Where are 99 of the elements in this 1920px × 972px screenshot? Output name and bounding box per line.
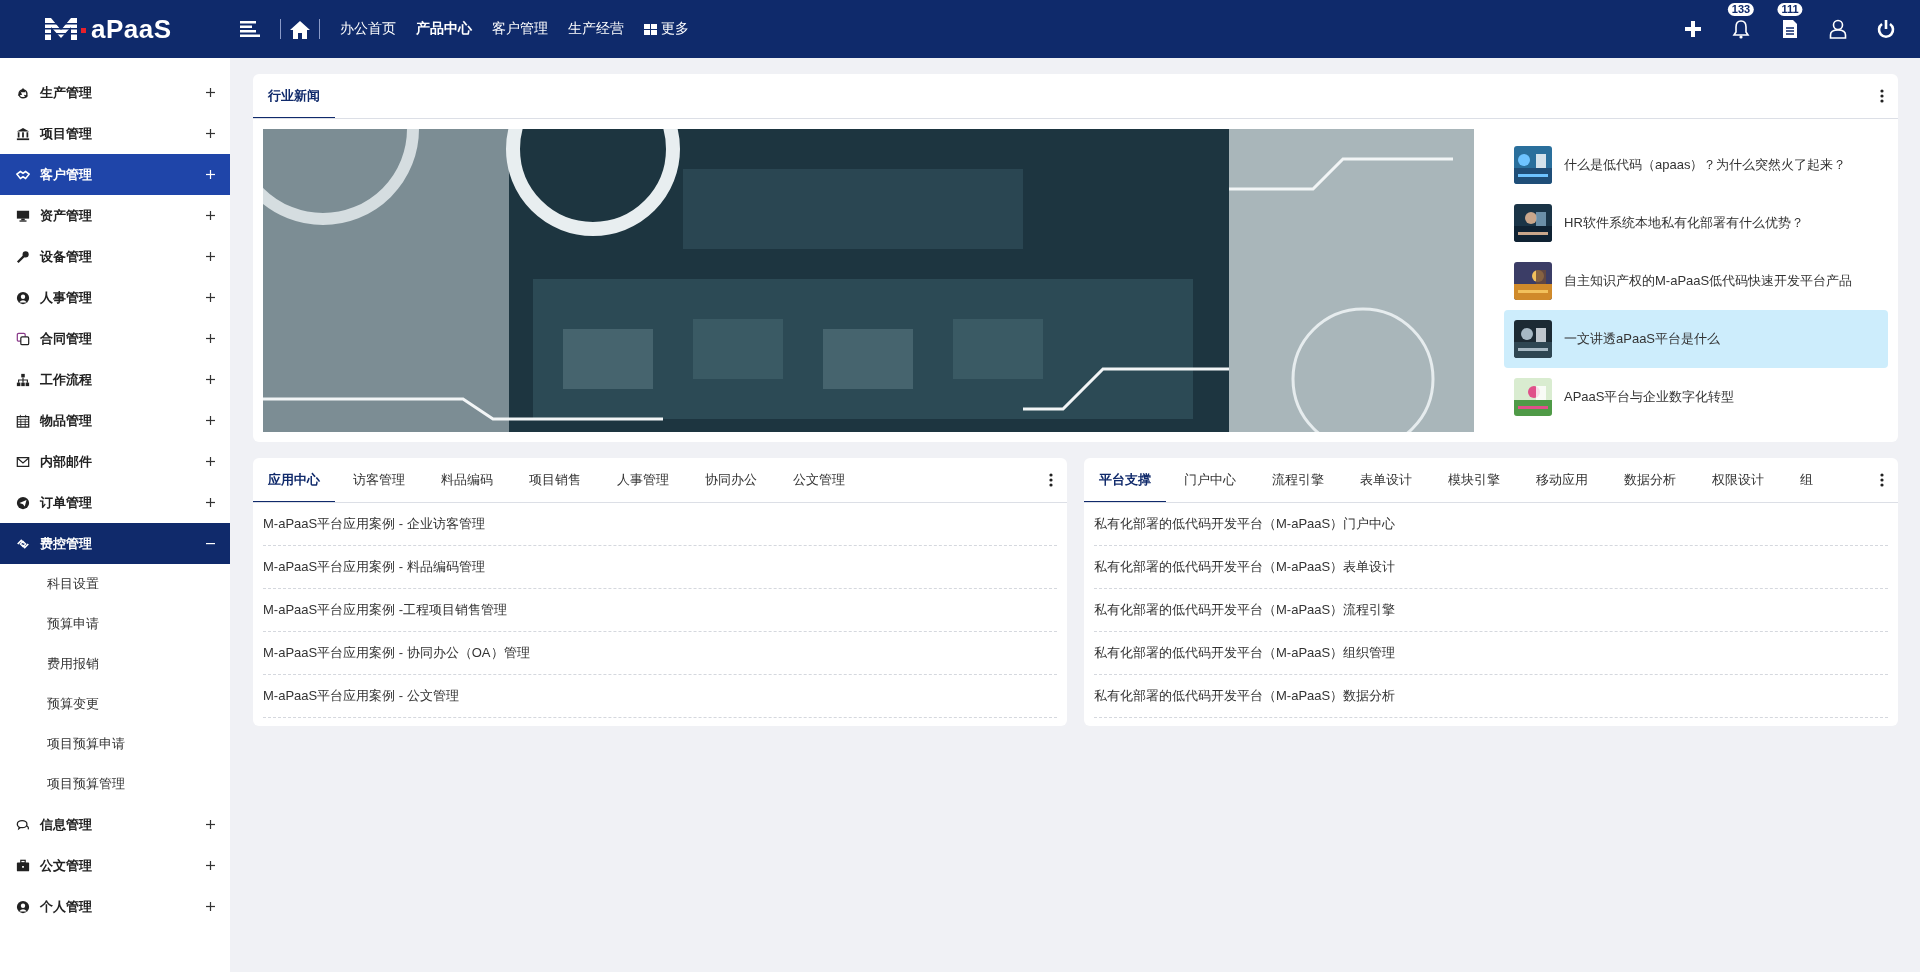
sidebar-item[interactable]: 物品管理 bbox=[0, 400, 230, 441]
document-icon[interactable] bbox=[1781, 19, 1799, 39]
tab[interactable]: 协同办公 bbox=[687, 458, 775, 502]
sidebar-item[interactable]: 合同管理 bbox=[0, 318, 230, 359]
sidebar-item[interactable]: 订单管理 bbox=[0, 482, 230, 523]
tab[interactable]: 平台支撑 bbox=[1084, 458, 1166, 502]
user-icon[interactable] bbox=[1829, 19, 1847, 39]
expand-icon[interactable] bbox=[206, 129, 215, 138]
home-icon[interactable] bbox=[289, 19, 311, 39]
sidebar-item[interactable]: 个人管理 bbox=[0, 886, 230, 927]
expand-icon[interactable] bbox=[206, 170, 215, 179]
sidebar-item[interactable]: 费控管理 bbox=[0, 523, 230, 564]
news-item[interactable]: 什么是低代码（apaas）？为什么突然火了起来？ bbox=[1504, 135, 1888, 194]
grid-icon[interactable] bbox=[644, 23, 657, 35]
brand-name: aPaaS bbox=[91, 13, 172, 45]
news-item[interactable]: 一文讲透aPaaS平台是什么 bbox=[1504, 309, 1888, 368]
nav-link[interactable]: 客户管理 bbox=[492, 20, 548, 38]
more-icon[interactable] bbox=[1880, 89, 1884, 103]
more-icon[interactable] bbox=[1880, 473, 1884, 487]
submenu-item[interactable]: 预算变更 bbox=[47, 695, 99, 713]
tab[interactable]: 门户中心 bbox=[1166, 458, 1254, 502]
sidebar-item[interactable]: 资产管理 bbox=[0, 195, 230, 236]
expand-icon[interactable] bbox=[206, 861, 215, 870]
article-link[interactable]: 私有化部署的低代码开发平台（M-aPaaS）表单设计 bbox=[1094, 558, 1396, 576]
tab[interactable]: 公文管理 bbox=[775, 458, 863, 502]
more-icon[interactable] bbox=[1049, 473, 1053, 487]
expand-icon[interactable] bbox=[206, 498, 215, 507]
tab[interactable]: 应用中心 bbox=[253, 458, 335, 502]
sidebar-item[interactable]: 人事管理 bbox=[0, 277, 230, 318]
wrench-icon bbox=[16, 249, 30, 264]
nav-link[interactable]: 生产经营 bbox=[568, 20, 624, 38]
expand-icon[interactable] bbox=[206, 375, 215, 384]
power-icon[interactable] bbox=[1877, 19, 1895, 39]
article-link[interactable]: M-aPaaS平台应用案例 -工程项目销售管理 bbox=[263, 601, 508, 619]
tab[interactable]: 项目销售 bbox=[511, 458, 599, 502]
paper-plane-icon bbox=[16, 495, 30, 510]
sidebar-item[interactable]: 项目管理 bbox=[0, 113, 230, 154]
expand-icon[interactable] bbox=[206, 293, 215, 302]
tab[interactable]: 人事管理 bbox=[599, 458, 687, 502]
expand-icon[interactable] bbox=[206, 211, 215, 220]
menu-icon[interactable] bbox=[240, 21, 260, 37]
sidebar-item[interactable]: 公文管理 bbox=[0, 845, 230, 886]
expand-icon[interactable] bbox=[206, 416, 215, 425]
bank-icon bbox=[16, 126, 30, 141]
article-link[interactable]: 私有化部署的低代码开发平台（M-aPaaS）流程引擎 bbox=[1094, 601, 1396, 619]
monitor-icon bbox=[16, 208, 30, 223]
expand-icon[interactable] bbox=[206, 902, 215, 911]
tab[interactable]: 料品编码 bbox=[423, 458, 511, 502]
expand-icon[interactable] bbox=[206, 457, 215, 466]
envelope-icon bbox=[16, 454, 30, 469]
sitemap-icon bbox=[16, 372, 30, 387]
article-link[interactable]: 私有化部署的低代码开发平台（M-aPaaS）数据分析 bbox=[1094, 687, 1396, 705]
submenu-item[interactable]: 预算申请 bbox=[47, 615, 99, 633]
expand-icon[interactable] bbox=[206, 820, 215, 829]
chat-icon bbox=[16, 817, 30, 832]
message-badge: 111 bbox=[1777, 3, 1803, 16]
article-link[interactable]: 私有化部署的低代码开发平台（M-aPaaS）组织管理 bbox=[1094, 644, 1396, 662]
news-item[interactable]: HR软件系统本地私有化部署有什么优势？ bbox=[1504, 193, 1888, 252]
submenu-item[interactable]: 项目预算管理 bbox=[47, 775, 125, 793]
article-link[interactable]: M-aPaaS平台应用案例 - 公文管理 bbox=[263, 687, 459, 705]
tab[interactable]: 流程引擎 bbox=[1254, 458, 1342, 502]
submenu-item[interactable]: 科目设置 bbox=[47, 575, 99, 593]
tab[interactable]: 权限设计 bbox=[1694, 458, 1782, 502]
news-tab[interactable]: 行业新闻 bbox=[253, 74, 335, 118]
logo-icon bbox=[45, 18, 87, 40]
briefcase-icon bbox=[16, 858, 30, 873]
user-circle-icon bbox=[16, 899, 30, 914]
article-link[interactable]: M-aPaaS平台应用案例 - 企业访客管理 bbox=[263, 515, 485, 533]
news-item[interactable]: APaaS平台与企业数字化转型 bbox=[1504, 367, 1888, 426]
tab[interactable]: 访客管理 bbox=[335, 458, 423, 502]
user-circle-icon bbox=[16, 290, 30, 305]
nav-link[interactable]: 办公首页 bbox=[340, 20, 396, 38]
expand-icon[interactable] bbox=[206, 252, 215, 261]
bell-icon[interactable] bbox=[1731, 19, 1751, 39]
tab[interactable]: 组 bbox=[1782, 458, 1831, 502]
tab[interactable]: 数据分析 bbox=[1606, 458, 1694, 502]
article-link[interactable]: M-aPaaS平台应用案例 - 协同办公（OA）管理 bbox=[263, 644, 530, 662]
submenu-item[interactable]: 项目预算申请 bbox=[47, 735, 125, 753]
expand-icon[interactable] bbox=[206, 334, 215, 343]
sidebar-item[interactable]: 生产管理 bbox=[0, 72, 230, 113]
expand-icon[interactable] bbox=[206, 88, 215, 97]
submenu-item[interactable]: 费用报销 bbox=[47, 655, 99, 673]
copy-icon bbox=[16, 331, 30, 346]
nav-link[interactable]: 产品中心 bbox=[416, 20, 472, 38]
tab[interactable]: 模块引擎 bbox=[1430, 458, 1518, 502]
article-link[interactable]: 私有化部署的低代码开发平台（M-aPaaS）门户中心 bbox=[1094, 515, 1396, 533]
sidebar-item[interactable]: 内部邮件 bbox=[0, 441, 230, 482]
more-link[interactable]: 更多 bbox=[661, 20, 689, 38]
plus-icon[interactable] bbox=[1685, 21, 1701, 37]
sidebar-item[interactable]: 设备管理 bbox=[0, 236, 230, 277]
calendar-icon bbox=[16, 413, 30, 428]
sidebar-item[interactable]: 信息管理 bbox=[0, 804, 230, 845]
news-item[interactable]: 自主知识产权的M-aPaaS低代码快速开发平台产品 bbox=[1504, 251, 1888, 310]
sidebar-item[interactable]: 客户管理 bbox=[0, 154, 230, 195]
tab[interactable]: 移动应用 bbox=[1518, 458, 1606, 502]
tab[interactable]: 表单设计 bbox=[1342, 458, 1430, 502]
notification-badge: 133 bbox=[1727, 3, 1755, 16]
article-link[interactable]: M-aPaaS平台应用案例 - 料品编码管理 bbox=[263, 558, 485, 576]
sidebar-item[interactable]: 工作流程 bbox=[0, 359, 230, 400]
